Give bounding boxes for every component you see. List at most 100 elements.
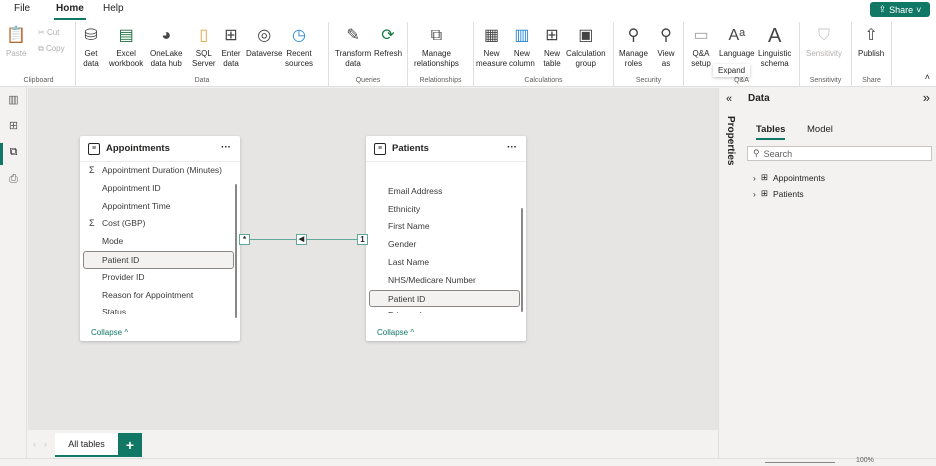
field-item[interactable]: Mode [80,233,240,251]
collapse-ribbon-icon[interactable]: ˄ [925,72,930,82]
field-item[interactable]: Σ Appointment Duration (Minutes) [80,162,240,180]
chat-icon: ▭ [693,27,709,44]
linguistic-schema-button[interactable]: A Linguistic schema [758,26,791,69]
menu-help[interactable]: Help [103,3,124,14]
page-tabs-bar: ‹ › All tables + [28,430,718,458]
properties-label[interactable]: Properties [725,116,736,165]
onelake-icon: ◕ [161,27,172,44]
field-item[interactable]: Reason for Appointment [80,287,240,305]
table-card-header[interactable]: ≡ Appointments [80,136,240,162]
group-data: ⛁ Get data ▤ Excel workbook ◕ OneLake data … [76,22,329,86]
sigma-icon: Σ [89,218,95,229]
language-button[interactable]: Aᵃ Language [719,26,755,59]
excel-button[interactable]: ▤ Excel workbook [109,26,143,69]
enter-data-button[interactable]: ⊞ Enter data [221,26,241,69]
field-item[interactable]: Provider ID [80,269,240,287]
new-column-button[interactable]: ▥ New column [509,26,535,69]
view-as-icon: ⚲ [660,27,672,44]
more-options-icon[interactable]: ··· [221,142,231,153]
model-canvas[interactable]: ≡ Appointments ··· Σ Appointment Duration (M… [28,88,718,430]
search-input[interactable]: ⚲ Search [747,146,932,161]
menu-home[interactable]: Home [54,3,86,20]
scroll-right-icon[interactable]: › [44,439,47,449]
field-item[interactable]: Patient ID [369,289,520,308]
collapse-button[interactable]: Collapse ^ [91,328,128,337]
filter-direction-icon: ◀ [296,234,307,245]
transform-icon: ✎ [346,27,360,44]
sensitivity-button[interactable]: ⛉ Sensitivity [806,26,842,59]
relationship-line[interactable] [250,239,368,240]
manage-roles-button[interactable]: ⚲ Manage roles [619,26,648,69]
group-security: ⚲ Manage roles ⚲ View as Security [614,22,684,86]
collapse-pane-icon[interactable]: » [923,90,930,105]
table-item-appointments[interactable]: › ⊞ Appointments [753,172,825,183]
view-as-button[interactable]: ⚲ View as [656,26,676,69]
field-item[interactable]: Primary Language [366,307,526,313]
cut-button[interactable]: ✂ Cut [38,28,59,38]
paste-button[interactable]: 📋 Paste [6,26,26,59]
status-bar: 100% [0,457,936,466]
scroll-left-icon[interactable]: ‹ [33,439,36,449]
field-item[interactable]: Appointment Time [80,198,240,216]
dataverse-icon: ◎ [257,27,272,44]
scrollbar[interactable] [521,208,523,312]
field-item[interactable]: Gender [366,236,526,254]
report-view-icon[interactable]: ▥ [6,93,21,107]
new-table-button[interactable]: ⊞ New table [542,26,562,69]
field-item[interactable]: Patient ID [83,250,234,269]
recent-sources-button[interactable]: ◷ Recent sources [285,26,313,69]
calculation-group-button[interactable]: ▣ Calculation group [566,26,606,69]
dax-query-icon[interactable]: ⎙ [6,173,21,187]
tab-model[interactable]: Model [807,124,833,135]
field-item[interactable]: Ethnicity [366,201,526,219]
more-options-icon[interactable]: ··· [507,142,517,153]
table-card-appointments[interactable]: ≡ Appointments ··· Σ Appointment Duration (M… [80,136,240,341]
collapse-button[interactable]: Collapse ^ [377,328,414,337]
many-cardinality: * [239,234,250,245]
menu-file[interactable]: File [14,3,30,14]
get-data-button[interactable]: ⛁ Get data [81,26,101,69]
field-item[interactable]: Appointment ID [80,180,240,198]
model-view-icon[interactable]: ⧉ [6,146,21,160]
group-calculations: ▦ New measure ▥ New column ⊞ New table ▣ Cal… [474,22,614,86]
zoom-level: 100% [856,457,874,464]
tab-all-tables[interactable]: All tables [55,433,118,457]
field-item[interactable] [366,165,526,183]
field-item[interactable]: Σ Cost (GBP) [80,215,240,233]
table-icon: ≡ [88,142,100,155]
paste-icon: 📋 [6,27,27,44]
refresh-button[interactable]: ⟳ Refresh [374,26,402,59]
table-view-icon[interactable]: ⊞ [6,119,21,133]
qa-setup-button[interactable]: ▭ Q&A setup [691,26,711,69]
field-item[interactable]: Email Address [366,183,526,201]
table-card-header[interactable]: ≡ Patients [366,136,526,162]
ribbon: 📋 Paste ✂ Cut ⧉ Copy Clipboard ⛁ Get data … [0,20,936,87]
refresh-icon: ⟳ [381,27,395,44]
sql-server-button[interactable]: ▯ SQL Server [192,26,216,69]
new-measure-button[interactable]: ▦ New measure [476,26,507,69]
field-item[interactable]: NHS/Medicare Number [366,272,526,290]
tab-tables[interactable]: Tables [756,124,786,140]
dataverse-button[interactable]: ◎ Dataverse [246,26,282,59]
table-card-patients[interactable]: ≡ Patients ··· Email Address Ethnicity First … [366,136,526,341]
copy-button[interactable]: ⧉ Copy [38,44,65,54]
transform-data-button[interactable]: ✎ Transform data [335,26,371,69]
table-icon: ≡ [374,142,386,155]
expand-properties-icon[interactable]: « [726,93,732,105]
table-icon: ⊞ [760,188,768,198]
onelake-button[interactable]: ◕ OneLake data hub [150,26,182,69]
database-icon: ⛁ [84,27,98,44]
publish-button[interactable]: ⇧ Publish [858,26,884,59]
group-label: Security [635,77,662,84]
field-item[interactable]: Last Name [366,254,526,272]
manage-relationships-button[interactable]: ⧉ Manage relationships [414,26,459,69]
zoom-slider[interactable] [765,462,835,463]
share-button[interactable]: ⇪ Share ˅ [870,2,930,17]
field-list: Email Address Ethnicity First Name Gender La… [366,165,526,313]
scrollbar[interactable] [235,184,237,318]
field-item[interactable]: First Name [366,218,526,236]
field-item[interactable]: Status [80,304,240,314]
add-layout-button[interactable]: + [118,433,142,457]
table-icon: ⊞ [224,27,238,44]
table-item-patients[interactable]: › ⊞ Patients [753,188,804,199]
